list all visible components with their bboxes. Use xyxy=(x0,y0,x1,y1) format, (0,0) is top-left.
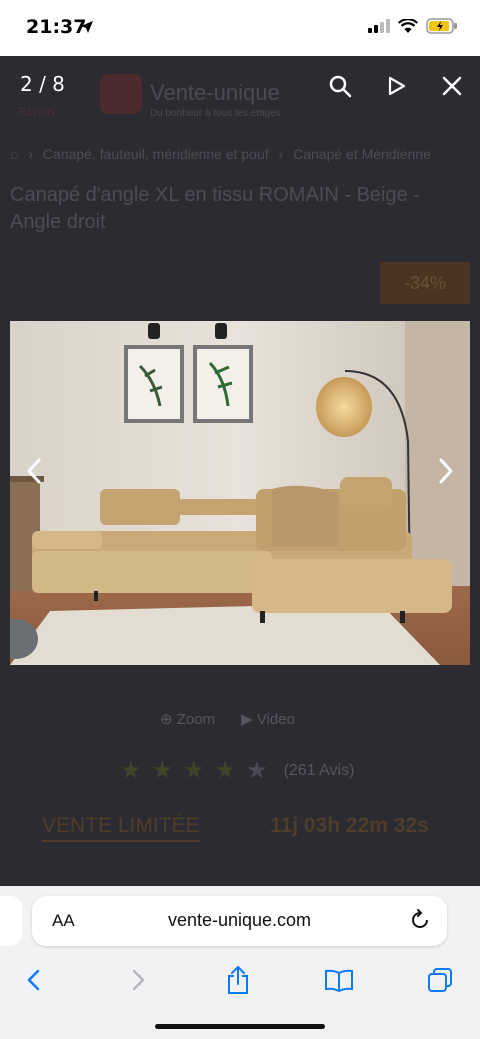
location-arrow-icon xyxy=(81,21,93,33)
zoom-link: ⊕ Zoom xyxy=(160,710,215,728)
product-title: Canapé d'angle XL en tissu ROMAIN - Beig… xyxy=(10,184,420,233)
wifi-icon xyxy=(398,19,418,33)
star-icon: ★ xyxy=(151,757,174,784)
video-label: Video xyxy=(256,711,295,728)
reload-icon xyxy=(412,909,428,928)
breadcrumb-item: Canapé, fauteuil, méridienne et pouf xyxy=(42,146,269,162)
breadcrumb-separator: › xyxy=(278,146,284,162)
chevron-left-icon xyxy=(27,458,41,484)
product-rating: ★ ★ ★ ★ ★ (261 Avis) xyxy=(120,756,354,785)
image-counter: 2 / 8 xyxy=(20,72,65,96)
limited-sale-label: VENTE LIMITÉE xyxy=(42,814,200,842)
play-icon xyxy=(388,76,406,96)
reload-button[interactable] xyxy=(409,909,431,936)
zoom-label: Zoom xyxy=(176,711,216,728)
breadcrumb-item: Canapé et Méridienne xyxy=(293,146,431,162)
close-icon xyxy=(442,76,462,96)
share-icon xyxy=(228,965,248,994)
forward-icon xyxy=(132,969,145,991)
media-links: ⊕ Zoom ▶ Video xyxy=(160,710,295,728)
home-icon: ⌂ xyxy=(10,146,19,162)
next-image-button[interactable] xyxy=(430,456,460,486)
forward-button[interactable] xyxy=(120,962,156,998)
star-empty-icon: ★ xyxy=(246,757,268,784)
home-indicator xyxy=(155,1024,325,1029)
browser-toolbar xyxy=(0,956,480,1000)
review-count: (261 Avis) xyxy=(283,761,355,779)
status-time: 21:37 xyxy=(26,16,87,38)
image-viewer-header: 2 / 8 xyxy=(0,56,480,116)
zoom-icon: ⊕ xyxy=(160,711,173,728)
tabs-button[interactable] xyxy=(422,962,458,998)
product-page: Vente-unique Du bonheur à tous les étage… xyxy=(0,56,480,886)
video-icon: ▶ xyxy=(241,711,253,728)
previous-image-button[interactable] xyxy=(20,456,50,486)
sale-countdown: 11j 03h 22m 32s xyxy=(270,814,429,837)
back-icon xyxy=(27,969,40,991)
battery-icon xyxy=(426,18,457,34)
cellular-signal-icon xyxy=(368,19,390,33)
book-icon xyxy=(325,969,353,992)
status-bar: 21:37 xyxy=(0,0,480,56)
back-button[interactable] xyxy=(16,962,52,998)
video-link: ▶ Video xyxy=(241,710,295,728)
tabs-icon xyxy=(428,968,452,992)
sofa-photo xyxy=(10,321,470,665)
star-icon: ★ xyxy=(120,757,142,784)
breadcrumb: ⌂ › Canapé, fauteuil, méridienne et pouf… xyxy=(10,146,431,162)
previous-tab-preview[interactable] xyxy=(0,896,22,946)
product-image[interactable] xyxy=(10,321,470,665)
star-icon: ★ xyxy=(214,757,237,784)
chevron-right-icon xyxy=(439,458,453,484)
discount-badge: -34% xyxy=(380,262,470,304)
url-text: vente-unique.com xyxy=(167,910,312,930)
breadcrumb-separator: › xyxy=(28,146,34,162)
search-icon xyxy=(329,75,352,98)
address-bar[interactable]: AA vente-unique.com xyxy=(32,896,447,946)
search-button[interactable] xyxy=(324,70,356,102)
star-icon: ★ xyxy=(183,757,205,784)
browser-bottom-bar: AA vente-unique.com xyxy=(0,886,480,1039)
slideshow-button[interactable] xyxy=(380,70,412,102)
close-viewer-button[interactable] xyxy=(436,70,468,102)
bookmarks-button[interactable] xyxy=(321,962,357,998)
share-button[interactable] xyxy=(220,962,256,998)
